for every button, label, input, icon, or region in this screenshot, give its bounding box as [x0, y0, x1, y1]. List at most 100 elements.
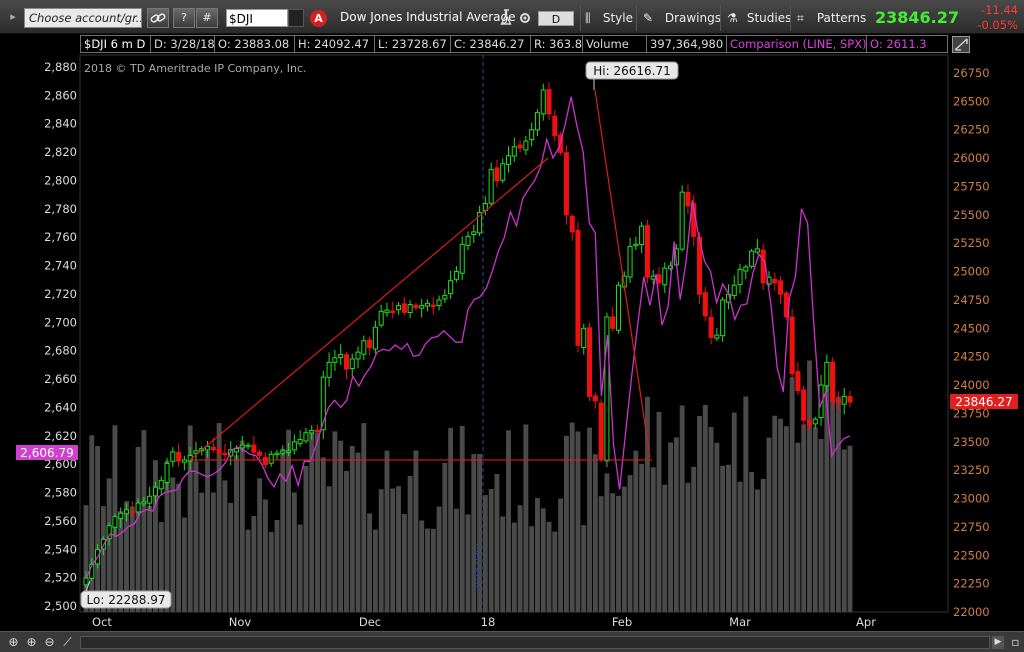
chart-scrollbar[interactable] [80, 636, 990, 649]
candle-body [731, 284, 737, 296]
candle-body [453, 271, 459, 280]
volume-bar [789, 377, 795, 612]
candle-body [361, 340, 367, 355]
candle-body [500, 163, 506, 181]
volume-bar [482, 495, 488, 612]
volume-bar [297, 524, 303, 612]
low-label: Lo: 22288.97 [87, 593, 166, 607]
left-axis-tick-label: 2,660 [44, 372, 77, 386]
volume-bar [616, 495, 621, 612]
volume-bar [390, 488, 396, 612]
volume-bar [795, 442, 801, 612]
candle-body [384, 309, 390, 314]
candle-body [396, 305, 402, 311]
candle-body [355, 351, 361, 360]
volume-bar [251, 515, 257, 612]
left-axis-tick-label: 2,680 [44, 344, 77, 358]
x-axis-label: 18 [481, 615, 496, 629]
volume-bar [459, 425, 465, 612]
candle-body [257, 451, 263, 456]
left-axis-tick-label: 2,800 [44, 173, 77, 187]
candle-body [505, 155, 512, 165]
x-axis-label: Oct [92, 615, 112, 629]
candle-body [262, 456, 268, 465]
right-axis-tick-label: 26500 [953, 94, 990, 108]
x-axis-label: Feb [612, 615, 632, 629]
volume-bar [378, 489, 384, 612]
candle-body [517, 144, 523, 149]
settings-icon[interactable]: ▫ [1008, 635, 1023, 650]
candle-body [118, 512, 124, 519]
candle-body [569, 215, 575, 233]
volume-bar [760, 478, 766, 612]
left-axis-tick-label: 2,880 [44, 60, 77, 74]
volume-bar [349, 445, 355, 612]
drawing-tool-icon[interactable]: ⟋ [60, 635, 75, 650]
right-axis-tick-label: 22500 [953, 548, 990, 562]
left-axis-tick-label: 2,700 [44, 315, 77, 329]
volume-bar [442, 462, 448, 612]
candle-body [714, 334, 720, 339]
volume-bar [818, 439, 824, 612]
volume-bar [587, 427, 592, 612]
candle-body [662, 267, 668, 286]
left-axis-tick-label: 2,740 [44, 259, 77, 273]
candle-body [494, 167, 500, 182]
x-axis-label: Dec [359, 615, 381, 629]
volume-bar [228, 502, 234, 612]
scroll-right-icon[interactable]: ▶ [992, 636, 1004, 649]
comparison-tag: 2,606.79 [20, 446, 73, 460]
volume-bar [604, 473, 610, 612]
volume-bar [291, 492, 297, 612]
candle-body [424, 302, 431, 307]
right-axis-tick-label: 24000 [953, 378, 990, 392]
volume-bar [662, 484, 668, 612]
volume-bar [239, 440, 245, 612]
candle-body [598, 402, 604, 460]
candle-body [737, 268, 743, 286]
candle-body [291, 441, 297, 451]
volume-bar [425, 528, 430, 612]
chart-bottom-bar: ⊕ ⊕ ⊖ ⟋ ▶ ▫ [0, 631, 1024, 652]
volume-bar [465, 514, 471, 612]
candle-body [743, 266, 749, 272]
volume-bar [835, 396, 841, 612]
candle-body [413, 304, 419, 309]
candle-body [297, 439, 303, 445]
volume-bar [523, 424, 529, 612]
candle-body [430, 304, 436, 308]
volume-bar [430, 528, 436, 612]
right-axis-tick-label: 26750 [953, 66, 990, 80]
candle-body [135, 502, 141, 513]
volume-bar [205, 450, 210, 612]
pan-icon[interactable]: ⊕ [6, 635, 21, 650]
volume-bar [569, 422, 575, 612]
volume-bar [401, 514, 407, 612]
price-chart[interactable]: 2,5002,5202,5402,5602,5802,6002,6202,640… [0, 0, 1024, 652]
left-axis-tick-label: 2,620 [44, 429, 77, 443]
candle-body [540, 89, 546, 115]
candle-body [338, 353, 344, 359]
zoom-out-icon[interactable]: ⊖ [42, 635, 57, 650]
volume-bar [320, 457, 326, 612]
candle-body [824, 361, 830, 387]
volume-bar [332, 431, 338, 612]
volume-bar [453, 508, 459, 612]
candle-body [563, 152, 569, 216]
left-axis-tick-label: 2,820 [44, 145, 77, 159]
candle-body [239, 444, 245, 449]
right-axis-tick-label: 25500 [953, 208, 990, 222]
volume-bar [529, 526, 535, 612]
candle-body [627, 246, 633, 278]
volume-bar [338, 440, 344, 612]
volume-bar [668, 442, 674, 612]
candle-body [216, 448, 222, 454]
volume-bar [749, 471, 755, 612]
candle-body [222, 452, 228, 456]
candle-body [112, 516, 118, 528]
volume-bar [210, 492, 216, 612]
left-axis-tick-label: 2,640 [44, 400, 77, 414]
candle-body [280, 450, 286, 454]
zoom-in-icon[interactable]: ⊕ [24, 635, 39, 650]
candle-body [581, 327, 587, 349]
